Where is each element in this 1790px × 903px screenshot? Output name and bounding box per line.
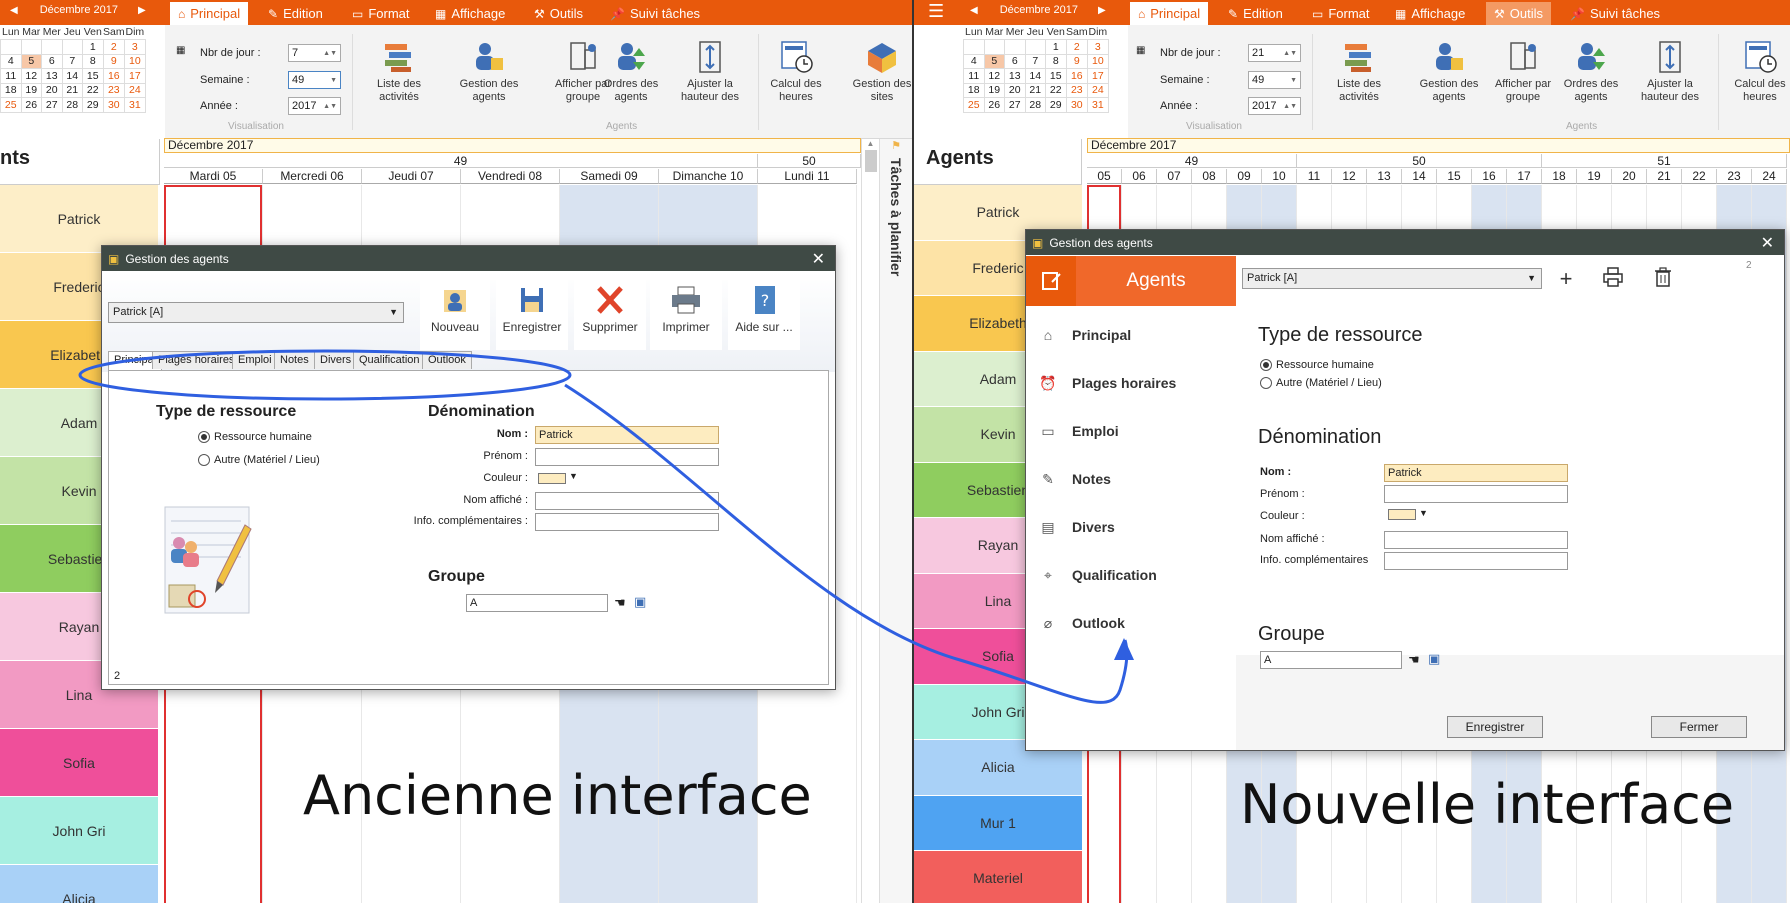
annotation-overlay — [78, 349, 1134, 704]
arrow-head — [1114, 638, 1134, 660]
tabs-highlight-ellipse — [78, 349, 572, 401]
comparison-screenshot: ◀ Décembre 2017 ▶ ⌂ Principal ✎ Edition ▭ F… — [0, 0, 1790, 903]
comparison-arrow — [564, 383, 1129, 704]
